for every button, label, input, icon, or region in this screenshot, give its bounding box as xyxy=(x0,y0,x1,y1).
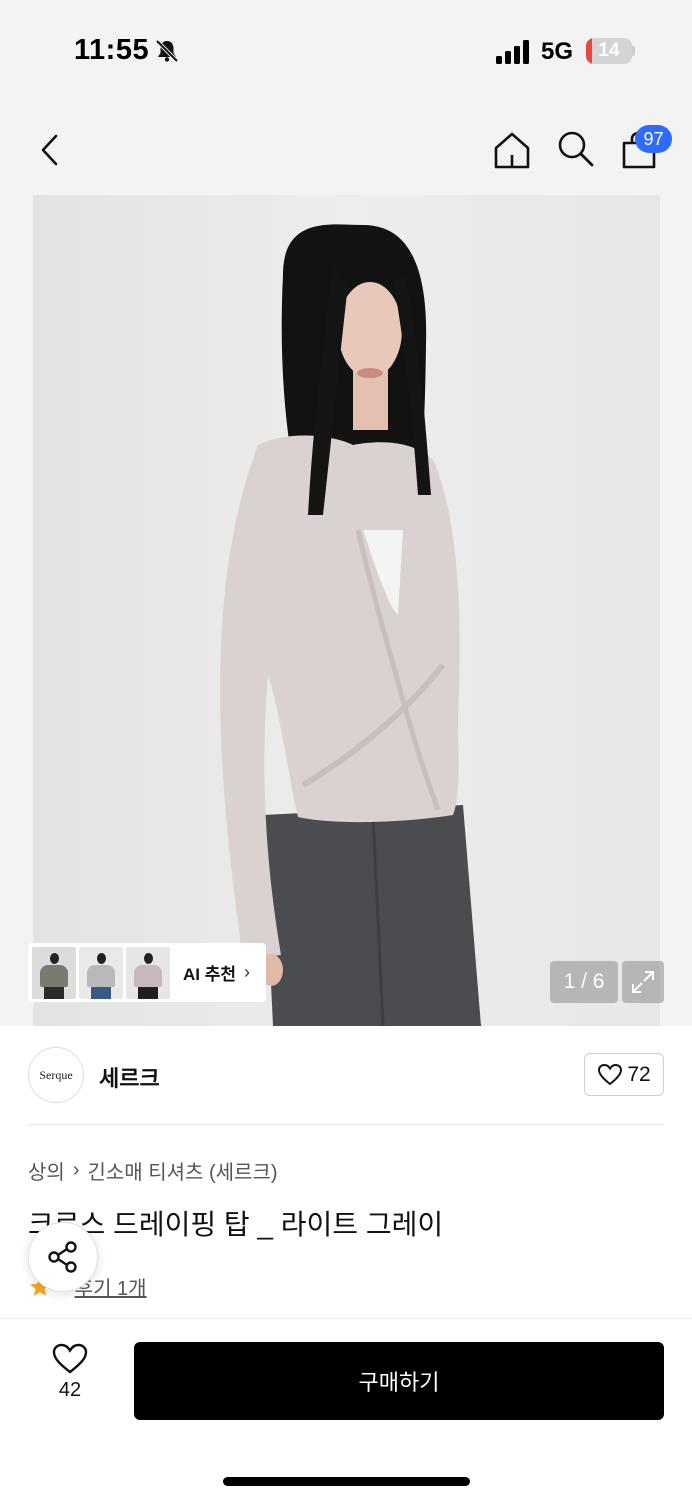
status-time: 11:55 xyxy=(74,34,150,66)
page-counter: 1 / 6 xyxy=(550,961,618,1003)
status-bar: 11:55 5G 14 xyxy=(0,0,692,100)
thumb-figure xyxy=(40,964,68,987)
brand-like-button[interactable]: 72 xyxy=(584,1053,664,1096)
brand-name[interactable]: 세르크 xyxy=(99,1061,160,1093)
ai-recommend-label: AI 추천 xyxy=(183,965,237,984)
bell-muted-icon xyxy=(155,39,179,63)
bottom-action-bar: 42 구매하기 xyxy=(0,1318,692,1500)
thumb-figure xyxy=(144,952,153,964)
battery-level: 14 xyxy=(598,40,620,61)
divider xyxy=(28,1124,664,1125)
ai-recommend-strip[interactable]: AI 추천 › xyxy=(28,943,266,1002)
heart-icon xyxy=(598,1063,623,1085)
thumb-figure xyxy=(44,986,64,999)
search-button[interactable] xyxy=(551,124,599,172)
search-icon xyxy=(558,131,594,167)
thumb-figure xyxy=(87,964,115,987)
breadcrumb-item[interactable]: 상의 xyxy=(28,1156,65,1185)
brand-logo[interactable]: Serque xyxy=(28,1047,84,1103)
home-button[interactable] xyxy=(488,126,536,174)
heart-icon xyxy=(52,1343,88,1374)
chevron-right-icon: › xyxy=(72,1159,80,1181)
brand-row[interactable]: Serque 세르크 72 xyxy=(0,1026,692,1124)
product-gallery[interactable] xyxy=(0,195,692,1026)
battery-icon: 14 xyxy=(586,38,632,64)
thumb-figure xyxy=(134,964,162,987)
battery-cap xyxy=(632,46,635,56)
breadcrumb: 상의 › 긴소매 티셔츠 (세르크) xyxy=(28,1156,278,1185)
share-button[interactable] xyxy=(28,1222,98,1292)
thumb-figure xyxy=(91,986,111,999)
cart-count-badge: 97 xyxy=(635,125,672,153)
recommend-thumb[interactable] xyxy=(32,946,76,999)
share-icon xyxy=(48,1241,77,1273)
expand-button[interactable] xyxy=(622,961,664,1003)
model-illustration xyxy=(33,195,660,1026)
wishlist-count: 42 xyxy=(58,1379,82,1401)
signal-icon xyxy=(496,40,529,64)
network-label: 5G xyxy=(541,38,574,65)
nav-bar xyxy=(0,100,692,195)
thumb-figure xyxy=(97,952,106,964)
wishlist-button[interactable]: 42 xyxy=(40,1343,100,1415)
recommend-thumb[interactable] xyxy=(126,946,170,999)
expand-icon xyxy=(632,971,654,993)
chevron-right-icon: › xyxy=(244,962,251,982)
breadcrumb-item[interactable]: 긴소매 티셔츠 (세르크) xyxy=(87,1156,277,1185)
product-photo[interactable] xyxy=(33,195,660,1026)
thumb-figure xyxy=(50,952,59,964)
home-indicator xyxy=(223,1477,470,1486)
brand-like-count: 72 xyxy=(627,1062,651,1086)
buy-button[interactable]: 구매하기 xyxy=(134,1342,664,1420)
back-button[interactable] xyxy=(26,126,74,174)
chevron-left-icon xyxy=(41,134,58,166)
home-icon xyxy=(494,132,530,169)
recommend-thumb[interactable] xyxy=(79,946,123,999)
thumb-figure xyxy=(138,986,158,999)
